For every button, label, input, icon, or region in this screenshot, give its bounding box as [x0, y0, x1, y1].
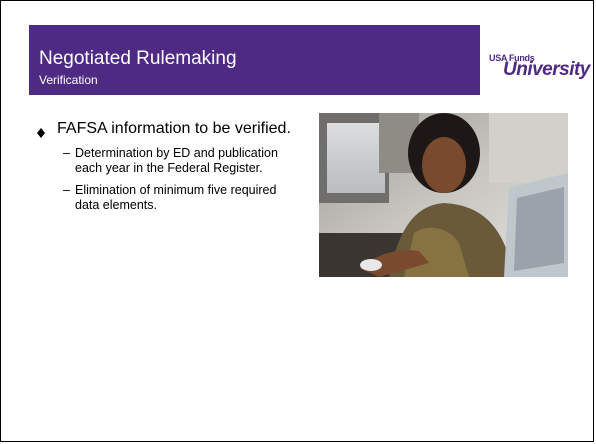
- slide: Negotiated Rulemaking Verification USA F…: [0, 0, 594, 442]
- slide-subtitle: Verification: [39, 73, 98, 87]
- student-at-computer-photo: [319, 113, 568, 277]
- sub-item: – Elimination of minimum five required d…: [37, 183, 289, 213]
- title-bar: Negotiated Rulemaking Verification: [29, 25, 480, 95]
- logo-main-text: University: [503, 59, 590, 80]
- sub-item: – Determination by ED and publication ea…: [37, 146, 289, 176]
- sub-item-text: Elimination of minimum five required dat…: [75, 183, 277, 212]
- diamond-bullet-icon: [37, 124, 51, 138]
- bullet-item: FAFSA information to be verified.: [37, 119, 292, 139]
- sub-item-text: Determination by ED and publication each…: [75, 146, 278, 175]
- slide-title: Negotiated Rulemaking: [39, 48, 237, 69]
- university-logo: USA Funds University: [487, 45, 591, 89]
- bullet-text: FAFSA information to be verified.: [57, 120, 291, 137]
- content-area: FAFSA information to be verified. – Dete…: [37, 119, 292, 213]
- sub-dash: –: [63, 183, 70, 197]
- sub-dash: –: [63, 146, 70, 160]
